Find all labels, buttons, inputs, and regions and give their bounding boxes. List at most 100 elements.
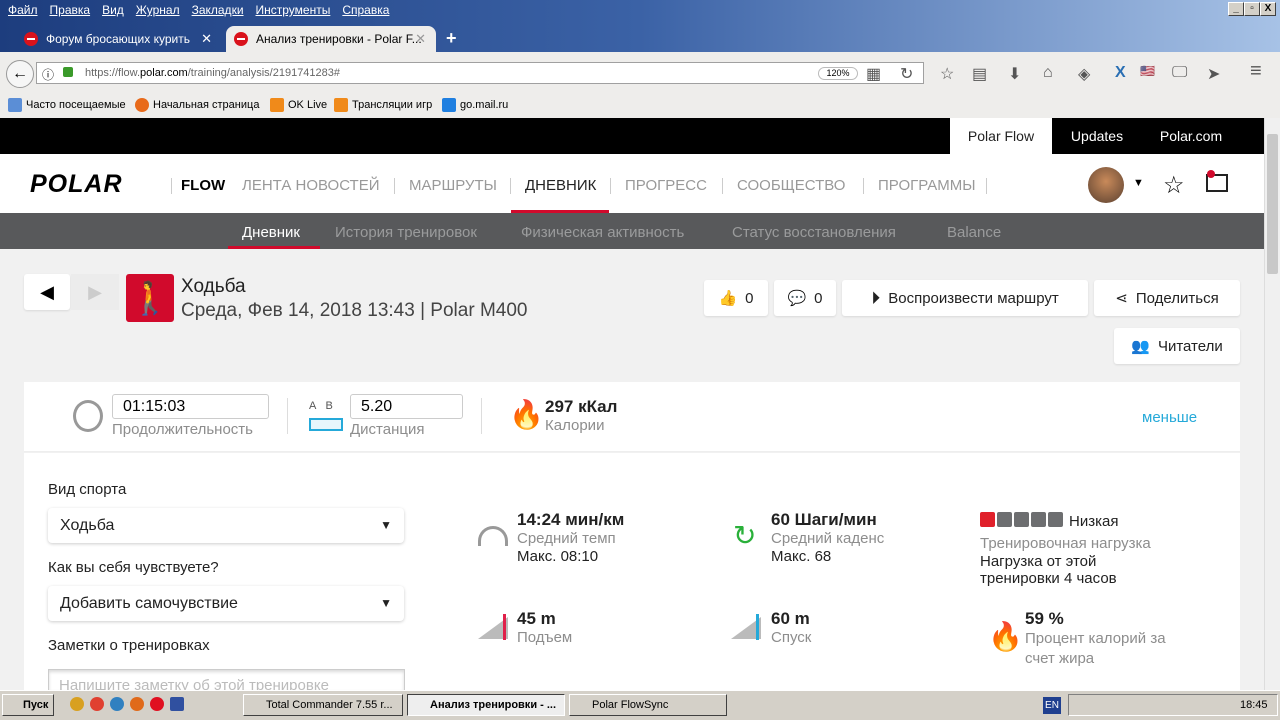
info-icon[interactable]: ⓘ — [42, 66, 54, 83]
reader-icon[interactable]: ▦ — [866, 64, 881, 84]
bookmark-oklive[interactable]: OK Live — [270, 98, 327, 112]
notes-textarea[interactable]: Напишите заметку об этой тренировке — [48, 669, 405, 690]
subnav-active-indicator — [228, 246, 320, 249]
menu-file[interactable]: Файл — [8, 3, 38, 17]
next-training-button[interactable]: ▶ — [71, 274, 119, 310]
close-tab-icon[interactable]: ✕ — [201, 31, 212, 47]
nav-community[interactable]: СООБЩЕСТВО — [737, 177, 845, 194]
close-tab-icon[interactable]: ✕ — [415, 31, 426, 47]
stopwatch-icon — [73, 400, 103, 432]
tab-polar[interactable]: Анализ тренировки - Polar F... ✕ — [226, 26, 436, 52]
language-indicator[interactable]: EN — [1043, 697, 1061, 714]
less-link[interactable]: меньше — [1142, 409, 1197, 426]
polar-logo[interactable]: POLAR — [30, 170, 123, 199]
menu-bookmarks[interactable]: Закладки — [192, 3, 244, 17]
subnav-history[interactable]: История тренировок — [335, 224, 477, 241]
menu-history[interactable]: Журнал — [136, 3, 180, 17]
followers-button[interactable]: 👥 Читатели — [1114, 328, 1240, 364]
like-button[interactable]: 👍 0 — [704, 280, 768, 316]
replay-route-button[interactable]: ⏵ Воспроизвести маршрут — [842, 280, 1088, 316]
load-label: Тренировочная нагрузка — [980, 535, 1151, 552]
load-bar-segment — [997, 512, 1012, 527]
minimize-button[interactable]: _ — [1228, 2, 1244, 16]
duration-label: Продолжительность — [112, 421, 253, 438]
bookmark-games[interactable]: Трансляции игр — [334, 98, 432, 112]
page-scrollbar[interactable] — [1264, 118, 1280, 690]
bookmark-star-icon[interactable]: ☆ — [940, 64, 954, 84]
nav-routes[interactable]: МАРШРУТЫ — [409, 177, 497, 194]
send-icon[interactable]: ➤ — [1207, 64, 1220, 84]
training-load-bars — [980, 512, 1063, 527]
home-icon[interactable]: ⌂ — [1043, 64, 1053, 82]
load-bar-segment — [1014, 512, 1029, 527]
nav-programs[interactable]: ПРОГРАММЫ — [878, 177, 976, 194]
back-button[interactable]: ← — [6, 60, 34, 88]
subnav-activity[interactable]: Физическая активность — [521, 224, 684, 241]
calories-value: 297 кКал — [545, 397, 618, 416]
monitor-icon[interactable]: 🖵 — [1172, 64, 1187, 82]
restore-button[interactable]: ▫ — [1244, 2, 1260, 16]
pace-max: Макс. 08:10 — [517, 548, 599, 565]
cadence-value: 60 Шаги/мин — [771, 510, 877, 529]
task-total-commander[interactable]: Total Commander 7.55 r... — [243, 694, 403, 716]
ascent-label: Подъем — [517, 629, 573, 646]
task-firefox[interactable]: Анализ тренировки - ... — [407, 694, 565, 716]
subnav-recovery[interactable]: Статус восстановления — [732, 224, 896, 241]
reload-icon[interactable]: ↻ — [900, 64, 913, 84]
app-icon[interactable] — [110, 697, 124, 711]
link-updates[interactable]: Updates — [1058, 118, 1136, 154]
pocket-icon[interactable]: ◈ — [1078, 64, 1090, 84]
feeling-select[interactable]: Добавить самочувствие ▼ — [48, 586, 404, 621]
task-flowsync[interactable]: Polar FlowSync — [569, 694, 727, 716]
x-extension-icon[interactable]: X — [1115, 64, 1126, 82]
menu-view[interactable]: Вид — [102, 3, 124, 17]
nav-feed[interactable]: ЛЕНТА НОВОСТЕЙ — [242, 177, 379, 194]
scroll-thumb[interactable] — [1267, 134, 1278, 274]
ascent-value: 45 m — [517, 609, 556, 628]
ruler-icon — [309, 418, 343, 431]
distance-field[interactable]: 5.20 — [350, 394, 463, 419]
play-icon: ⏵ — [871, 287, 881, 308]
sport-select[interactable]: Ходьба ▼ — [48, 508, 404, 543]
link-polar-flow[interactable]: Polar Flow — [950, 118, 1052, 154]
bookmark-mail[interactable]: go.mail.ru — [442, 98, 508, 112]
close-window-button[interactable]: X — [1260, 2, 1276, 16]
duration-field[interactable]: 01:15:03 — [112, 394, 269, 419]
subnav-diary[interactable]: Дневник — [242, 224, 300, 241]
menu-edit[interactable]: Правка — [50, 3, 91, 17]
url-bar[interactable]: https://flow.polar.com/training/analysis… — [36, 62, 924, 84]
load-bar-segment — [980, 512, 995, 527]
opera-icon[interactable] — [150, 697, 164, 711]
nav-progress[interactable]: ПРОГРЕСС — [625, 177, 707, 194]
load-description: Нагрузка от этой тренировки 4 часов — [980, 553, 1117, 587]
subnav-balance[interactable]: Balance — [947, 224, 1001, 241]
comments-button[interactable]: 💬 0 — [774, 280, 836, 316]
zoom-level[interactable]: 120% — [818, 67, 858, 80]
menu-hamburger-icon[interactable]: ≡ — [1250, 60, 1262, 83]
flag-icon[interactable]: 🇺🇸 — [1140, 64, 1155, 78]
fat-flame-icon: 🔥 — [988, 621, 1023, 652]
favorites-star-icon[interactable]: ☆ — [1163, 171, 1185, 200]
notes-label: Заметки о тренировках — [48, 637, 210, 654]
nav-diary[interactable]: ДНЕВНИК — [525, 177, 596, 194]
link-polar-com[interactable]: Polar.com — [1146, 118, 1236, 154]
previous-training-button[interactable]: ◀ — [24, 274, 70, 310]
avatar[interactable] — [1088, 167, 1124, 203]
chrome-icon[interactable] — [90, 697, 104, 711]
tab-forum[interactable]: Форум бросающих курить ✕ — [0, 26, 222, 52]
save-icon[interactable] — [170, 697, 184, 711]
chevron-down-icon[interactable]: ▼ — [1133, 177, 1144, 189]
dropdown-arrow-icon: ▼ — [380, 596, 392, 610]
menu-help[interactable]: Справка — [342, 3, 389, 17]
new-tab-button[interactable]: + — [446, 28, 457, 49]
firefox-icon[interactable] — [130, 697, 144, 711]
download-icon[interactable]: ⬇ — [1008, 64, 1021, 84]
share-button[interactable]: ⋖ Поделиться — [1094, 280, 1240, 316]
app-icon[interactable] — [70, 697, 84, 711]
bookmark-start[interactable]: Начальная страница — [135, 98, 259, 112]
start-button[interactable]: Пуск — [2, 694, 54, 716]
menu-tools[interactable]: Инструменты — [256, 3, 331, 17]
flame-icon: 🔥 — [509, 399, 544, 430]
clipboard-icon[interactable]: ▤ — [972, 64, 987, 84]
bookmark-frequent[interactable]: Часто посещаемые — [8, 98, 126, 112]
